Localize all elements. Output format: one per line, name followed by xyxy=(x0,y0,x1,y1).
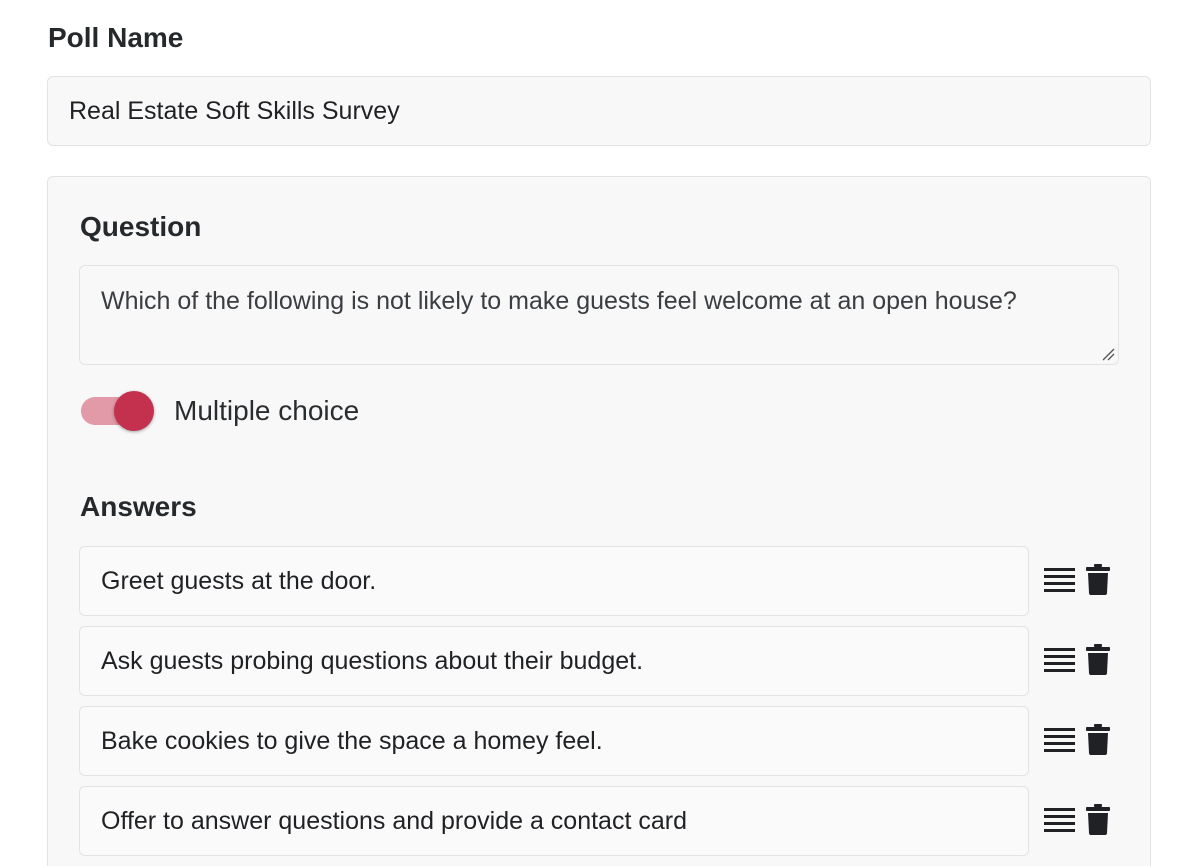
toggle-knob xyxy=(114,391,154,431)
question-label: Question xyxy=(80,211,202,242)
trash-icon[interactable] xyxy=(1086,804,1110,835)
multiple-choice-toggle[interactable] xyxy=(81,391,155,433)
question-text: Which of the following is not likely to … xyxy=(101,287,1017,315)
answer-input[interactable]: Ask guests probing questions about their… xyxy=(79,626,1029,696)
drag-handle-icon[interactable] xyxy=(1044,567,1075,594)
answer-row: Offer to answer questions and provide a … xyxy=(79,786,1149,856)
drag-handle-icon[interactable] xyxy=(1044,647,1075,674)
answers-label: Answers xyxy=(80,491,197,522)
multiple-choice-label: Multiple choice xyxy=(174,395,360,426)
answer-row: Ask guests probing questions about their… xyxy=(79,626,1149,696)
drag-handle-icon[interactable] xyxy=(1044,727,1075,754)
question-textarea[interactable]: Which of the following is not likely to … xyxy=(79,265,1119,365)
trash-icon[interactable] xyxy=(1086,724,1110,755)
trash-icon[interactable] xyxy=(1086,644,1110,675)
question-card: Question Which of the following is not l… xyxy=(47,176,1151,866)
answer-row: Bake cookies to give the space a homey f… xyxy=(79,706,1149,776)
answer-input[interactable]: Bake cookies to give the space a homey f… xyxy=(79,706,1029,776)
poll-name-input[interactable]: Real Estate Soft Skills Survey xyxy=(47,76,1151,146)
answer-input[interactable]: Offer to answer questions and provide a … xyxy=(79,786,1029,856)
answer-input[interactable]: Greet guests at the door. xyxy=(79,546,1029,616)
answer-row: Greet guests at the door. xyxy=(79,546,1149,616)
drag-handle-icon[interactable] xyxy=(1044,807,1075,834)
poll-editor: Poll Name Real Estate Soft Skills Survey… xyxy=(0,0,1182,866)
trash-icon[interactable] xyxy=(1086,564,1110,595)
resize-grip-icon[interactable] xyxy=(1101,347,1115,361)
poll-name-label: Poll Name xyxy=(48,22,184,53)
